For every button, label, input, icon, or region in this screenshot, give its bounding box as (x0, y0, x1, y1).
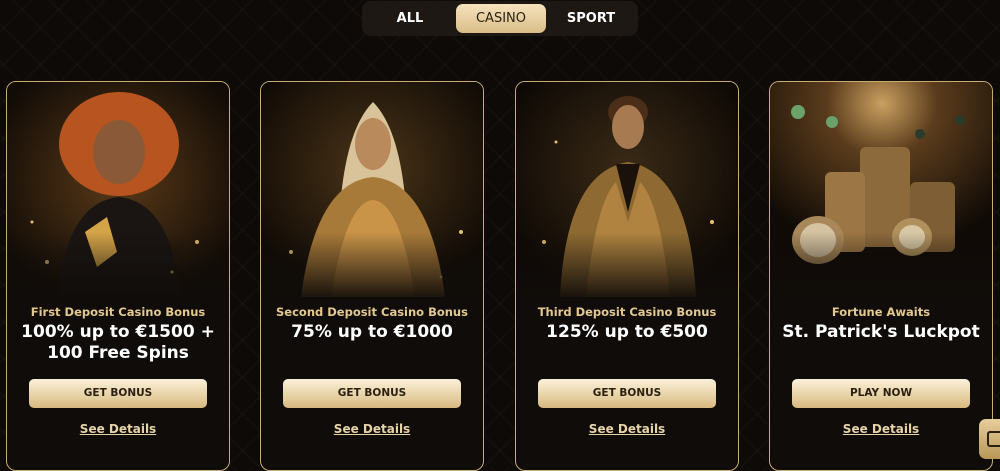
promo-headline: 100% up to €1500 + 100 Free Spins (21, 322, 215, 363)
promo-card-fortune-awaits: Fortune Awaits St. Patrick's Luckpot PLA… (769, 81, 993, 471)
see-details-link[interactable]: See Details (7, 422, 229, 436)
promo-card-first-deposit: First Deposit Casino Bonus 100% up to €1… (6, 81, 230, 471)
chat-icon[interactable] (979, 419, 1000, 459)
promo-image-man-gold-suit (516, 82, 738, 302)
play-now-button[interactable]: PLAY NOW (792, 379, 970, 408)
promo-image-woman-gold-dress (261, 82, 483, 302)
get-bonus-button[interactable]: GET BONUS (538, 379, 716, 408)
see-details-link[interactable]: See Details (261, 422, 483, 436)
promo-card-third-deposit: Third Deposit Casino Bonus 125% up to €5… (515, 81, 739, 471)
promo-card-second-deposit: Second Deposit Casino Bonus 75% up to €1… (260, 81, 484, 471)
tab-casino[interactable]: CASINO (456, 4, 546, 33)
promo-image-woman-red-hair (7, 82, 229, 302)
get-bonus-button[interactable]: GET BONUS (29, 379, 207, 408)
tab-all[interactable]: ALL (370, 4, 450, 33)
promo-subtitle: Second Deposit Casino Bonus (276, 305, 468, 319)
promo-subtitle: First Deposit Casino Bonus (30, 305, 206, 319)
tab-sport[interactable]: SPORT (552, 4, 630, 33)
promo-subtitle: Third Deposit Casino Bonus (537, 305, 717, 319)
promo-headline: 75% up to €1000 (291, 322, 453, 342)
promo-headline: St. Patrick's Luckpot (782, 322, 980, 342)
get-bonus-button[interactable]: GET BONUS (283, 379, 461, 408)
see-details-link[interactable]: See Details (516, 422, 738, 436)
see-details-link[interactable]: See Details (770, 422, 992, 436)
promo-subtitle: Fortune Awaits (831, 305, 931, 319)
promo-image-gold-coins-clovers (770, 82, 992, 302)
promo-headline: 125% up to €500 (546, 322, 708, 342)
category-tabs: ALL CASINO SPORT (362, 1, 638, 36)
